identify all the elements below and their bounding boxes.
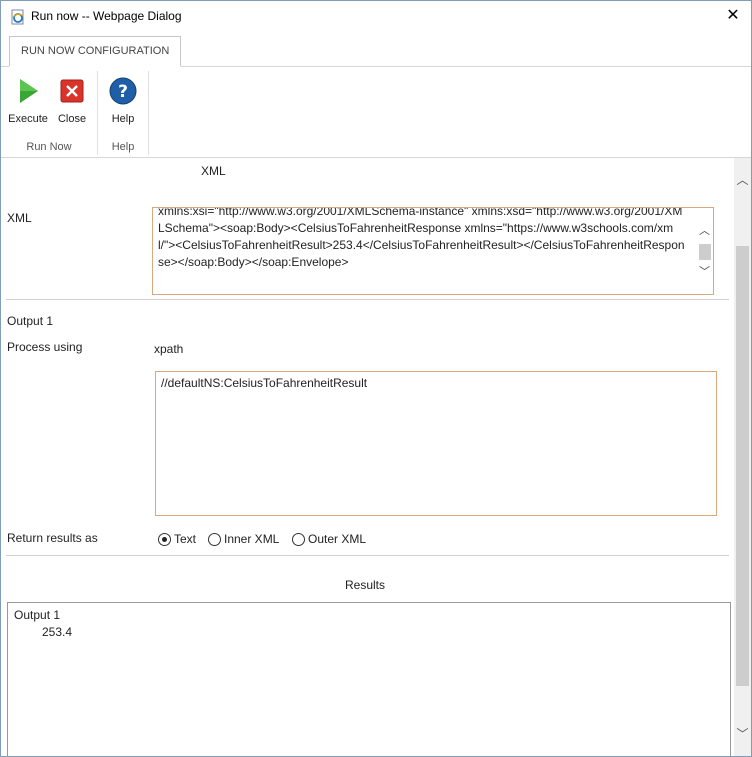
- xml-scroll-thumb[interactable]: [699, 244, 711, 260]
- svg-text:?: ?: [118, 82, 128, 102]
- xpath-input-text: //defaultNS:CelsiusToFahrenheitResult: [161, 376, 368, 390]
- return-results-label: Return results as: [7, 531, 98, 545]
- xml-input-text: xmlns:xsi="http://www.w3.org/2001/XMLSch…: [158, 207, 685, 269]
- xml-section-header: XML: [201, 164, 226, 178]
- chevron-down-icon[interactable]: ﹀: [696, 263, 713, 279]
- close-red-icon: [60, 79, 84, 103]
- radio-inner-xml-label: Inner XML: [224, 532, 280, 546]
- execute-button[interactable]: Execute: [8, 75, 48, 125]
- results-header: Results: [345, 578, 386, 592]
- close-label: Close: [57, 113, 87, 125]
- process-using-label: Process using: [7, 340, 83, 354]
- chevron-down-icon[interactable]: ﹀: [734, 726, 751, 743]
- results-output-value: 253.4: [42, 625, 73, 639]
- play-icon: [20, 79, 38, 103]
- page-scroll-thumb[interactable]: [736, 246, 749, 686]
- ribbon-group-label-help: Help: [111, 141, 135, 153]
- ribbon-group-run-now: Execute Close Run Now: [1, 71, 98, 155]
- help-button[interactable]: ? Help: [103, 75, 143, 125]
- ribbon: Execute Close Run Now ? Help Help: [1, 67, 751, 158]
- close-button[interactable]: Close: [52, 75, 92, 125]
- radio-inner-xml-circle[interactable]: [208, 533, 221, 546]
- radio-selected-dot: [162, 537, 167, 542]
- help-label: Help: [111, 113, 135, 125]
- section-divider: [6, 555, 729, 556]
- window-title: Run now -- Webpage Dialog: [31, 9, 182, 23]
- help-icon: ?: [109, 77, 137, 105]
- execute-label: Execute: [8, 113, 48, 125]
- xpath-input[interactable]: //defaultNS:CelsiusToFahrenheitResult: [155, 371, 717, 516]
- chevron-up-icon[interactable]: ︿: [696, 222, 713, 238]
- ie-page-icon: [11, 9, 24, 25]
- xml-label: XML: [7, 211, 32, 225]
- radio-outer-xml-circle[interactable]: [292, 533, 305, 546]
- form-content: XML XML xmlns:xsi="http://www.w3.org/200…: [1, 158, 734, 756]
- radio-text-circle[interactable]: [158, 533, 171, 546]
- chevron-up-icon[interactable]: ︿: [734, 172, 751, 189]
- xml-input[interactable]: xmlns:xsi="http://www.w3.org/2001/XMLSch…: [152, 207, 714, 295]
- tab-run-now-configuration[interactable]: RUN NOW CONFIGURATION: [9, 36, 182, 67]
- dialog-window: Run now -- Webpage Dialog ✕ RUN NOW CONF…: [0, 0, 752, 757]
- xml-input-scrollbar[interactable]: ︿ ﹀: [696, 208, 713, 294]
- ribbon-tab-strip: RUN NOW CONFIGURATION: [1, 32, 751, 67]
- ribbon-group-label-run-now: Run Now: [26, 141, 72, 153]
- section-divider: [6, 299, 729, 300]
- ribbon-group-help: ? Help Help: [98, 71, 149, 155]
- page-scrollbar[interactable]: ︿ ﹀: [734, 158, 751, 756]
- window-close-button[interactable]: ✕: [721, 5, 745, 27]
- process-using-value[interactable]: xpath: [154, 342, 183, 356]
- output-label: Output 1: [7, 314, 54, 328]
- title-bar: Run now -- Webpage Dialog ✕: [1, 1, 751, 32]
- radio-text-label: Text: [174, 532, 197, 546]
- results-panel: Output 1 253.4: [7, 602, 731, 756]
- results-output-name: Output 1: [14, 608, 61, 622]
- radio-outer-xml-label: Outer XML: [308, 532, 367, 546]
